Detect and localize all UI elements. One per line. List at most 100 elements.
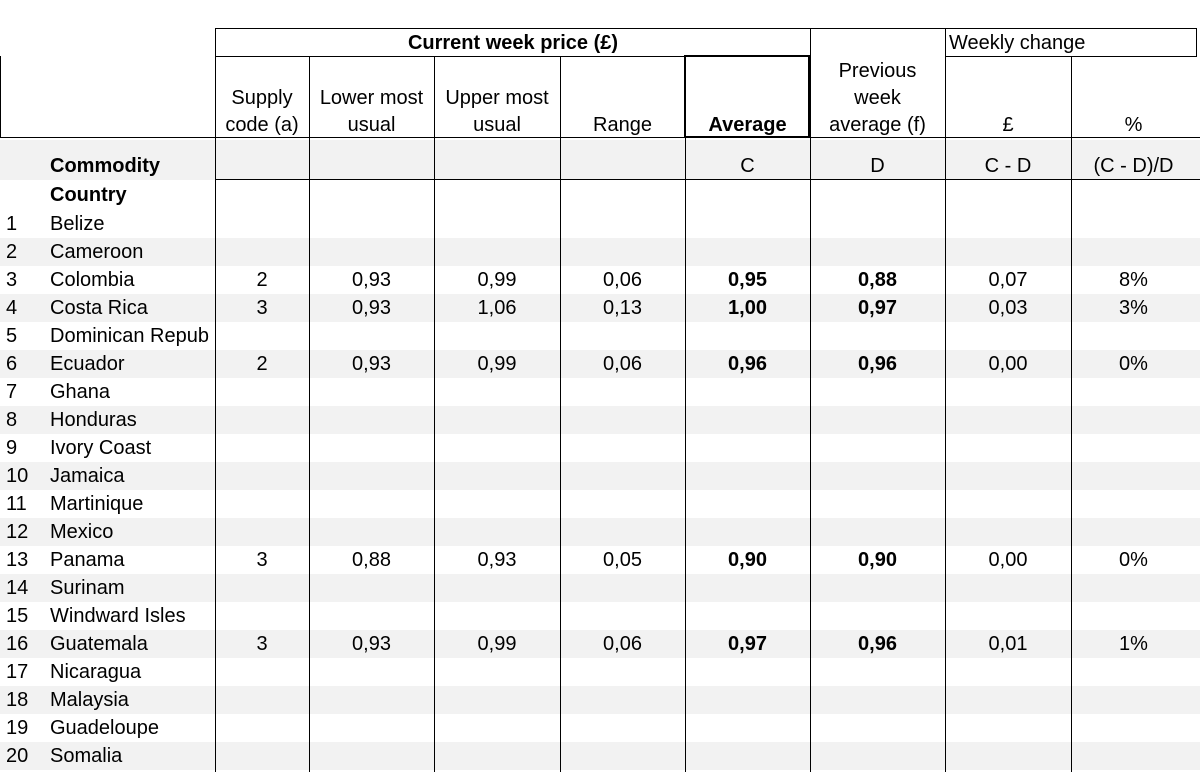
cell-upper[interactable]: 0,99 bbox=[434, 353, 560, 375]
row-number[interactable]: 11 bbox=[6, 493, 42, 515]
cell-supply[interactable]: 3 bbox=[215, 297, 309, 319]
row-number[interactable]: 6 bbox=[6, 353, 42, 375]
row-number[interactable]: 15 bbox=[6, 605, 42, 627]
cell-range[interactable]: 0,06 bbox=[560, 633, 685, 655]
row-number[interactable]: 10 bbox=[6, 465, 42, 487]
cell-previous[interactable]: 0,97 bbox=[810, 297, 945, 319]
row-number[interactable]: 9 bbox=[6, 437, 42, 459]
column-header-pound[interactable]: £ bbox=[945, 114, 1071, 136]
cell-supply[interactable]: 3 bbox=[215, 633, 309, 655]
cell-change[interactable]: 0,07 bbox=[945, 269, 1071, 291]
cell-supply[interactable]: 2 bbox=[215, 269, 309, 291]
row-number[interactable]: 4 bbox=[6, 297, 42, 319]
row-number[interactable]: 14 bbox=[6, 577, 42, 599]
cell-previous[interactable]: 0,88 bbox=[810, 269, 945, 291]
column-header-supply_code[interactable]: Supply bbox=[215, 87, 309, 109]
row-number[interactable]: 5 bbox=[6, 325, 42, 347]
header-weekly-change[interactable]: Weekly change bbox=[949, 32, 1189, 54]
country-name[interactable]: Ghana bbox=[50, 381, 214, 403]
country-name[interactable]: Windward Isles bbox=[50, 605, 214, 627]
cell-change[interactable]: 0,00 bbox=[945, 549, 1071, 571]
row-number[interactable]: 17 bbox=[6, 661, 42, 683]
cell-range[interactable]: 0,06 bbox=[560, 269, 685, 291]
column-header-supply_code[interactable]: code (a) bbox=[215, 114, 309, 136]
country-name[interactable]: Nicaragua bbox=[50, 661, 214, 683]
country-name[interactable]: Guadeloupe bbox=[50, 717, 214, 739]
row-number[interactable]: 3 bbox=[6, 269, 42, 291]
country-name[interactable]: Cameroon bbox=[50, 241, 214, 263]
cell-average[interactable]: 0,95 bbox=[685, 269, 810, 291]
column-header-upper[interactable]: Upper most bbox=[434, 87, 560, 109]
country-name[interactable]: Costa Rica bbox=[50, 297, 214, 319]
row-number[interactable]: 19 bbox=[6, 717, 42, 739]
cell-upper[interactable]: 1,06 bbox=[434, 297, 560, 319]
cell-lower[interactable]: 0,88 bbox=[309, 549, 434, 571]
label-diff-code[interactable]: C - D bbox=[945, 155, 1071, 177]
cell-pct[interactable]: 3% bbox=[1071, 297, 1196, 319]
cell-upper[interactable]: 0,99 bbox=[434, 633, 560, 655]
row-number[interactable]: 20 bbox=[6, 745, 42, 767]
country-name[interactable]: Dominican Repub bbox=[50, 325, 214, 347]
cell-lower[interactable]: 0,93 bbox=[309, 353, 434, 375]
cell-range[interactable]: 0,05 bbox=[560, 549, 685, 571]
country-name[interactable]: Ivory Coast bbox=[50, 437, 214, 459]
country-name[interactable]: Malaysia bbox=[50, 689, 214, 711]
cell-lower[interactable]: 0,93 bbox=[309, 297, 434, 319]
cell-change[interactable]: 0,00 bbox=[945, 353, 1071, 375]
column-header-percent[interactable]: % bbox=[1071, 114, 1196, 136]
label-prev-code[interactable]: D bbox=[810, 155, 945, 177]
cell-average[interactable]: 0,97 bbox=[685, 633, 810, 655]
country-name[interactable]: Belize bbox=[50, 213, 214, 235]
country-name[interactable]: Colombia bbox=[50, 269, 214, 291]
cell-range[interactable]: 0,06 bbox=[560, 353, 685, 375]
label-commodity[interactable]: Commodity bbox=[50, 155, 210, 177]
country-name[interactable]: Surinam bbox=[50, 577, 214, 599]
row-number[interactable]: 16 bbox=[6, 633, 42, 655]
country-name[interactable]: Ecuador bbox=[50, 353, 214, 375]
column-header-previous[interactable]: Previous bbox=[810, 60, 945, 82]
cell-average[interactable]: 0,90 bbox=[685, 549, 810, 571]
cell-lower[interactable]: 0,93 bbox=[309, 633, 434, 655]
column-header-lower[interactable]: Lower most bbox=[309, 87, 434, 109]
cell-range[interactable]: 0,13 bbox=[560, 297, 685, 319]
country-name[interactable]: Somalia bbox=[50, 745, 214, 767]
cell-previous[interactable]: 0,96 bbox=[810, 353, 945, 375]
cell-average[interactable]: 1,00 bbox=[685, 297, 810, 319]
country-name[interactable]: Panama bbox=[50, 549, 214, 571]
cell-upper[interactable]: 0,93 bbox=[434, 549, 560, 571]
label-pct-code[interactable]: (C - D)/D bbox=[1071, 155, 1196, 177]
column-header-lower[interactable]: usual bbox=[309, 114, 434, 136]
label-avg-code[interactable]: C bbox=[685, 155, 810, 177]
column-header-average[interactable]: Average bbox=[685, 114, 810, 136]
cell-pct[interactable]: 0% bbox=[1071, 549, 1196, 571]
column-header-previous[interactable]: week bbox=[810, 87, 945, 109]
row-number[interactable]: 2 bbox=[6, 241, 42, 263]
cell-upper[interactable]: 0,99 bbox=[434, 269, 560, 291]
row-number[interactable]: 12 bbox=[6, 521, 42, 543]
country-name[interactable]: Honduras bbox=[50, 409, 214, 431]
header-current-week-price[interactable]: Current week price (£) bbox=[216, 32, 810, 54]
row-number[interactable]: 18 bbox=[6, 689, 42, 711]
cell-pct[interactable]: 0% bbox=[1071, 353, 1196, 375]
row-number[interactable]: 13 bbox=[6, 549, 42, 571]
column-header-range[interactable]: Range bbox=[560, 114, 685, 136]
label-country[interactable]: Country bbox=[50, 184, 210, 206]
country-name[interactable]: Guatemala bbox=[50, 633, 214, 655]
cell-previous[interactable]: 0,96 bbox=[810, 633, 945, 655]
cell-previous[interactable]: 0,90 bbox=[810, 549, 945, 571]
cell-lower[interactable]: 0,93 bbox=[309, 269, 434, 291]
row-number[interactable]: 7 bbox=[6, 381, 42, 403]
cell-supply[interactable]: 2 bbox=[215, 353, 309, 375]
country-name[interactable]: Jamaica bbox=[50, 465, 214, 487]
cell-pct[interactable]: 8% bbox=[1071, 269, 1196, 291]
row-number[interactable]: 1 bbox=[6, 213, 42, 235]
column-header-upper[interactable]: usual bbox=[434, 114, 560, 136]
row-number[interactable]: 8 bbox=[6, 409, 42, 431]
cell-pct[interactable]: 1% bbox=[1071, 633, 1196, 655]
cell-change[interactable]: 0,03 bbox=[945, 297, 1071, 319]
cell-supply[interactable]: 3 bbox=[215, 549, 309, 571]
country-name[interactable]: Mexico bbox=[50, 521, 214, 543]
cell-average[interactable]: 0,96 bbox=[685, 353, 810, 375]
column-header-previous[interactable]: average (f) bbox=[810, 114, 945, 136]
country-name[interactable]: Martinique bbox=[50, 493, 214, 515]
